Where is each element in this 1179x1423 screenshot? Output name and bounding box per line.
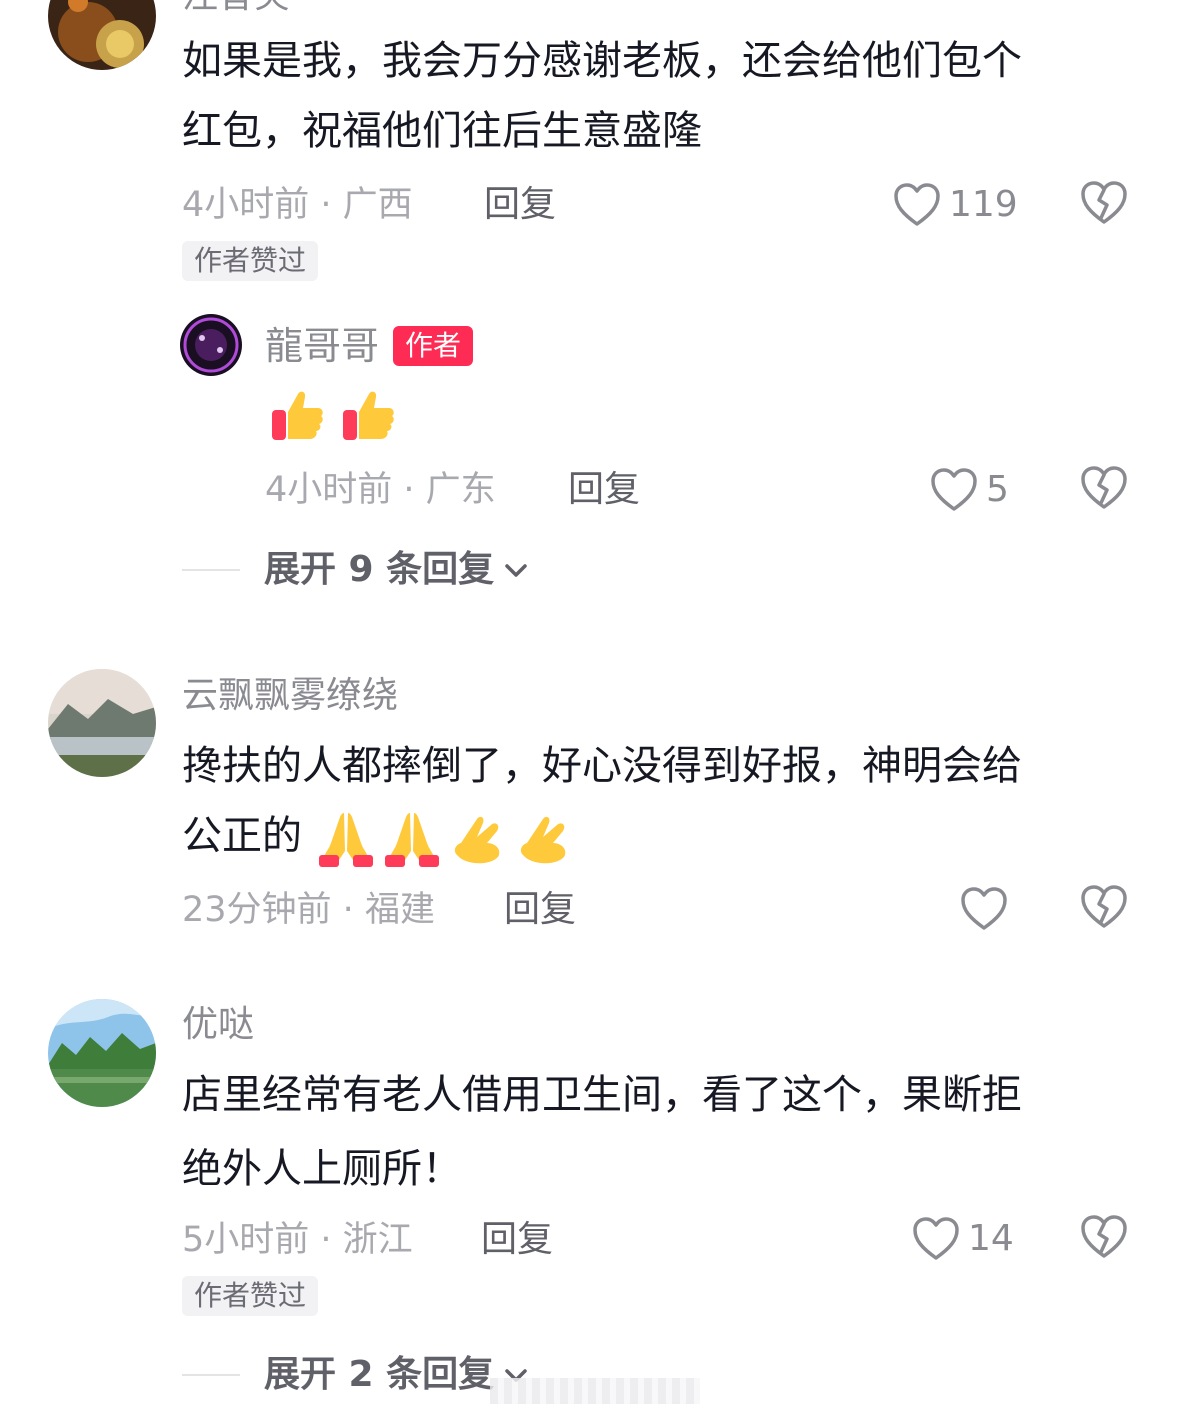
comment-meta: 4小时前 · 广东 [265,468,496,512]
river-landscape-avatar-icon [48,669,156,777]
expand-replies-button[interactable]: 展开 2 条回复 [182,1353,530,1397]
divider [182,569,240,571]
avatar[interactable] [180,314,242,376]
author-liked-badge: 作者赞过 [182,241,319,281]
divider [182,1374,240,1376]
praying-hands-icon [454,816,500,864]
like-count: 14 [968,1218,1014,1259]
comment-text: 搀扶的人都摔倒了，好心没得到好报，神明会给 [182,743,1022,789]
comment-text-with-emoji: 公正的 [182,801,575,871]
heart-icon [961,887,1007,930]
like-count: 119 [949,184,1018,225]
meta-separator: · [392,470,426,510]
comment-location: 浙江 [342,1220,413,1260]
reply-emoji-text [268,386,397,444]
thumbs-up-icon [343,391,394,440]
lake-landscape-avatar-icon [48,999,156,1107]
meta-separator: · [309,1220,343,1260]
comment-meta: 23分钟前 · 福建 [182,888,435,932]
comment-username[interactable]: 云飘飘雾缭绕 [182,674,398,718]
comment-location: 广西 [342,185,413,225]
broken-heart-icon [1081,1215,1127,1258]
comment-meta: 4小时前 · 广西 [182,183,413,227]
comment-text: 如果是我，我会万分感谢老板，还会给他们包个 [182,38,1022,84]
praying-hands-icon [318,813,373,867]
comment-time: 4小时前 [265,470,393,510]
reply-button[interactable]: 回复 [481,1218,553,1262]
comment-time: 5小时前 [182,1220,310,1260]
comment-text: 公正的 [182,813,302,859]
like-button[interactable]: 5 [930,465,1009,515]
comment-text: 红包，祝福他们往后生意盛隆 [182,108,702,154]
like-button[interactable]: 14 [912,1214,1014,1264]
reply-button[interactable]: 回复 [504,888,576,932]
comment-time: 4小时前 [182,185,310,225]
heart-icon [894,183,940,226]
meta-separator: · [331,890,365,930]
expand-replies-button[interactable]: 展开 9 条回复 [182,548,530,592]
comment-location: 福建 [364,890,435,930]
comment-text: 绝外人上厕所！ [182,1146,462,1192]
expand-replies-label: 展开 2 条回复 [264,1354,495,1395]
dislike-button[interactable] [1080,1214,1130,1264]
dislike-button[interactable] [1080,465,1130,515]
broken-heart-icon [1081,181,1127,224]
avatar[interactable] [48,669,156,777]
dislike-button[interactable] [1080,884,1130,934]
like-button[interactable]: 119 [893,180,1018,230]
thumbs-up-icon [272,391,323,440]
broken-heart-icon [1081,885,1127,928]
comment-meta: 5小时前 · 浙江 [182,1218,413,1262]
author-avatar-icon [180,314,242,376]
like-count: 5 [986,469,1009,510]
praying-hands-icon [384,813,439,867]
comment-time: 23分钟前 [182,890,332,930]
dislike-button[interactable] [1080,180,1130,230]
avatar[interactable] [48,999,156,1107]
avatar[interactable] [48,0,156,70]
tea-cup-avatar-icon [48,0,156,70]
watermark [490,1378,700,1404]
comment-username[interactable]: 优哒 [182,1003,254,1047]
chevron-down-icon [505,564,527,577]
reply-button[interactable]: 回复 [568,468,640,512]
heart-icon [913,1217,959,1260]
comment-username[interactable]: 注昔笑 [182,0,290,18]
broken-heart-icon [1081,466,1127,509]
reply-username[interactable]: 龍哥哥 [265,324,379,368]
author-badge: 作者 [393,326,474,366]
meta-separator: · [309,185,343,225]
heart-icon [931,468,977,511]
author-liked-badge: 作者赞过 [182,1276,319,1316]
expand-replies-label: 展开 9 条回复 [264,549,495,590]
praying-hands-icon [520,816,566,864]
reply-button[interactable]: 回复 [484,183,556,227]
comment-text: 店里经常有老人借用卫生间，看了这个，果断拒 [182,1072,1022,1118]
like-button[interactable] [960,884,1016,934]
comment-location: 广东 [425,470,496,510]
